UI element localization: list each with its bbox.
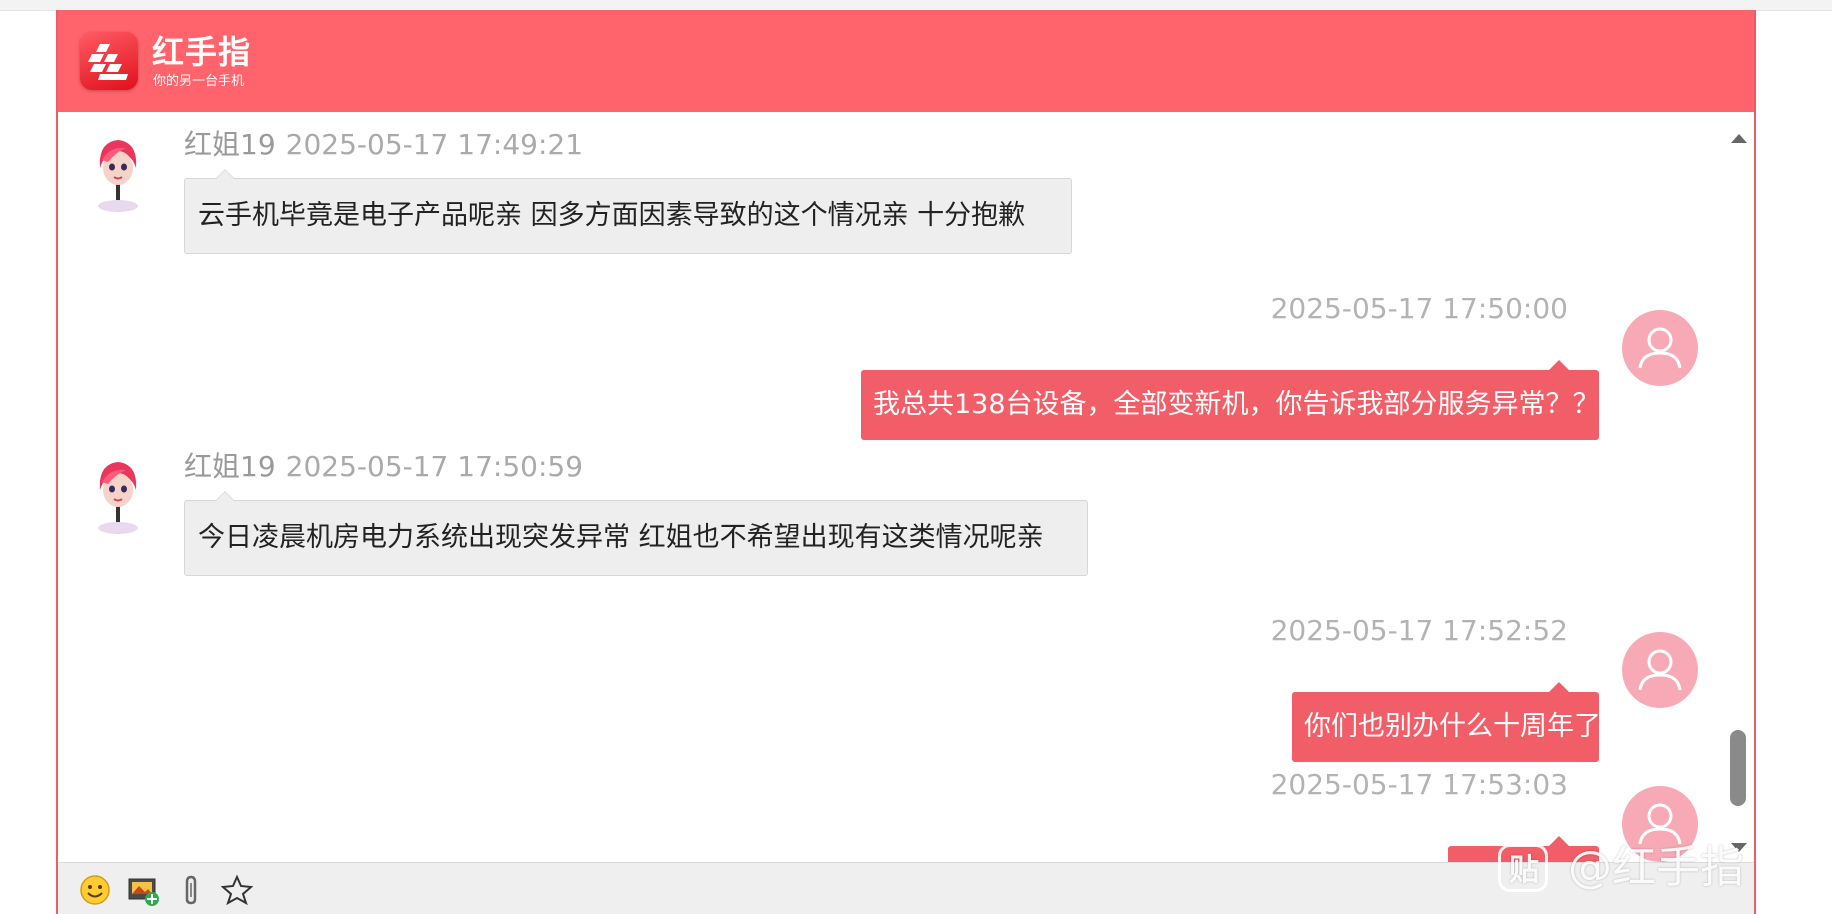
agent-avatar[interactable] <box>86 456 150 536</box>
watermark-text: @红手指 <box>1568 842 1744 893</box>
brand-logo <box>80 32 138 90</box>
scrollbar-thumb[interactable] <box>1730 730 1746 806</box>
message-time: 2025-05-17 17:49:21 <box>285 128 584 161</box>
message-list[interactable]: 红姐19 2025-05-17 17:49:21 云手机毕竟是电子产品呢亲 因多方… <box>58 112 1754 862</box>
star-icon[interactable] <box>220 873 254 907</box>
agent-message-bubble: 云手机毕竟是电子产品呢亲 因多方面因素导致的这个情况亲 十分抱歉 <box>184 169 1072 254</box>
chat-window: 红手指 你的另一台手机 红姐19 2025-05-17 17:49:21 云手机毕… <box>56 10 1756 914</box>
scroll-up-arrow-icon[interactable] <box>1731 134 1747 143</box>
brand-slogan: 你的另一台手机 <box>153 74 245 89</box>
brand-name: 红手指 <box>152 33 252 71</box>
agent-avatar[interactable] <box>86 134 150 214</box>
sender-name: 红姐19 <box>184 450 276 483</box>
paperclip-icon[interactable] <box>174 873 208 907</box>
user-avatar[interactable] <box>1622 632 1698 708</box>
message-meta: 红姐19 2025-05-17 17:49:21 <box>184 128 583 162</box>
sender-name: 红姐19 <box>184 128 276 161</box>
image-upload-icon[interactable] <box>126 873 160 907</box>
message-time: 2025-05-17 17:52:52 <box>1270 614 1568 647</box>
message-time: 2025-05-17 17:50:00 <box>1270 292 1568 325</box>
user-avatar[interactable] <box>1622 310 1698 386</box>
header-bar: 红手指 你的另一台手机 <box>58 10 1754 112</box>
scrollbar[interactable] <box>1728 130 1748 852</box>
smiley-icon[interactable] <box>78 873 112 907</box>
user-message-bubble: 我总共138台设备，全部变新机，你告诉我部分服务异常？？？ <box>861 360 1627 440</box>
message-meta: 红姐19 2025-05-17 17:50:59 <box>184 450 583 484</box>
user-message-bubble: 你们也别办什么十周年了 <box>1292 682 1601 762</box>
message-time: 2025-05-17 17:50:59 <box>285 450 584 483</box>
message-time: 2025-05-17 17:53:03 <box>1270 768 1568 801</box>
agent-message-bubble: 今日凌晨机房电力系统出现突发异常 红姐也不希望出现有这类情况呢亲 <box>184 491 1088 576</box>
watermark-badge: 贴 <box>1498 844 1548 892</box>
